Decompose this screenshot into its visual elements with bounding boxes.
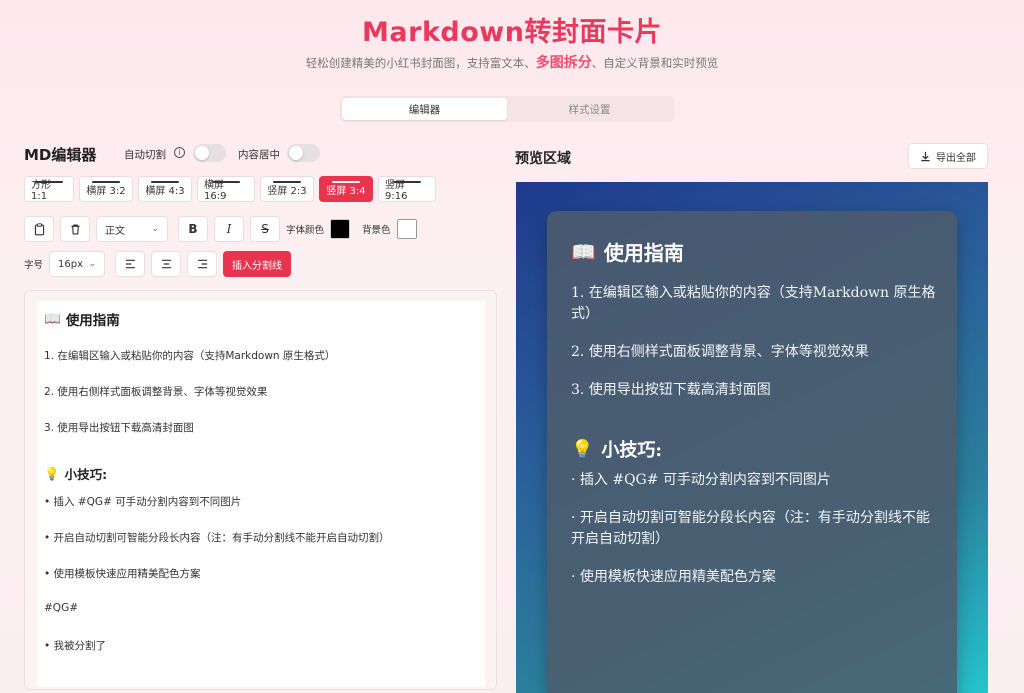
ratio-landscape-3-2[interactable]: 横屏 3:2: [79, 176, 133, 202]
card-tip-1: · 插入 #QG# 可手动分割内容到不同图片: [571, 472, 831, 488]
editor-content[interactable]: 📖 使用指南 1. 在编辑区输入或粘贴你的内容（支持Markdown 原生格式） …: [37, 301, 485, 687]
auto-split-switch[interactable]: [193, 144, 226, 162]
editor-item-2: 2. 使用右侧样式面板调整背景、字体等视觉效果: [44, 386, 268, 398]
editor-tips-heading-text: 小技巧:: [64, 467, 108, 482]
strikethrough-button[interactable]: S: [250, 216, 280, 242]
editor-item-3: 3. 使用导出按钮下载高清封面图: [44, 422, 194, 434]
editor-tip-3: • 使用模板快速应用精美配色方案: [44, 568, 201, 580]
insert-split-button[interactable]: 插入分割线: [223, 251, 292, 277]
chevron-down-icon: ⌄: [88, 259, 97, 269]
card-tips-heading-text: 小技巧:: [601, 440, 663, 461]
card-heading-text: 使用指南: [603, 241, 684, 265]
editor-title: MD编辑器: [24, 146, 97, 164]
card-heading: 📖 使用指南: [571, 237, 684, 266]
preview-card: 📖 使用指南 1. 在编辑区输入或粘贴你的内容（支持Markdown 原生格式） …: [547, 211, 957, 693]
card-item-2: 2. 使用右侧样式面板调整背景、字体等视觉效果: [571, 344, 869, 360]
align-left-button[interactable]: [115, 251, 146, 277]
paste-button[interactable]: [24, 216, 54, 242]
align-right-icon: [197, 259, 207, 269]
lightbulb-icon: 💡: [44, 465, 60, 481]
chevron-down-icon: ⌄: [151, 224, 159, 234]
ratio-square-1-1[interactable]: 方形 1:1: [24, 176, 74, 202]
card-item-1: 1. 在编辑区输入或粘贴你的内容（支持Markdown 原生格式）: [571, 285, 936, 322]
font-size-select[interactable]: 16px ⌄: [49, 251, 106, 277]
book-icon: 📖: [44, 311, 61, 327]
font-color-label: 字体颜色: [286, 225, 325, 236]
download-icon: [921, 151, 930, 161]
editor-heading: 📖 使用指南: [44, 309, 120, 329]
center-content-label: 内容居中: [238, 149, 280, 161]
trash-icon: [70, 223, 80, 235]
editor-item-1: 1. 在编辑区输入或粘贴你的内容（支持Markdown 原生格式）: [44, 350, 336, 362]
ratio-landscape-4-3[interactable]: 横屏 4:3: [138, 176, 192, 202]
size-align-toolbar: 字号 16px ⌄ 插入分割线: [24, 251, 292, 277]
export-all-label: 导出全部: [936, 152, 976, 164]
font-size-label: 字号: [24, 260, 44, 271]
preview-area: 📖 使用指南 1. 在编辑区输入或粘贴你的内容（支持Markdown 原生格式） …: [516, 182, 988, 693]
align-left-icon: [125, 259, 135, 269]
center-content-switch[interactable]: [287, 144, 320, 162]
paragraph-style-select[interactable]: 正文 ⌄: [96, 216, 168, 242]
info-icon[interactable]: i: [174, 147, 185, 158]
ratio-selector: 方形 1:1 横屏 3:2 横屏 4:3 横屏 16:9 竖屏 2:3 竖屏 3…: [24, 176, 436, 202]
bold-button[interactable]: B: [178, 216, 208, 242]
editor-tips-heading: 💡 小技巧:: [44, 464, 107, 483]
ratio-landscape-16-9[interactable]: 横屏 16:9: [197, 176, 255, 202]
editor-area: 📖 使用指南 1. 在编辑区输入或粘贴你的内容（支持Markdown 原生格式） …: [24, 290, 497, 690]
ratio-portrait-2-3[interactable]: 竖屏 2:3: [260, 176, 314, 202]
card-tip-3: · 使用模板快速应用精美配色方案: [571, 569, 776, 585]
subtitle-text-1: 轻松创建精美的小红书封面图，支持富文本、: [305, 56, 536, 70]
editor-heading-text: 使用指南: [65, 313, 120, 329]
bg-color-label: 背景色: [362, 225, 391, 236]
tab-editor[interactable]: 编辑器: [342, 98, 507, 120]
tab-style-settings[interactable]: 样式设置: [507, 98, 672, 120]
editor-tip-2: • 开启自动切割可智能分段长内容（注：有手动分割线不能开启自动切割）: [44, 532, 390, 544]
export-all-button[interactable]: 导出全部: [908, 143, 988, 169]
format-toolbar: 正文 ⌄ B I S 字体颜色 背景色: [24, 216, 417, 242]
editor-split-marker: #QG#: [44, 602, 78, 614]
italic-button[interactable]: I: [214, 216, 244, 242]
auto-split-label: 自动切割: [124, 149, 166, 161]
page-title: Markdown转封面卡片: [362, 17, 662, 48]
bg-color-swatch[interactable]: [396, 219, 417, 239]
card-item-3: 3. 使用导出按钮下载高清封面图: [571, 382, 771, 398]
ratio-portrait-9-16[interactable]: 竖屏 9:16: [378, 176, 436, 202]
mode-tabs: 编辑器 样式设置: [340, 96, 674, 122]
align-center-icon: [161, 259, 171, 269]
paragraph-style-value: 正文: [105, 225, 125, 237]
align-center-button[interactable]: [151, 251, 182, 277]
card-tip-2: · 开启自动切割可智能分段长内容（注：有手动分割线不能开启自动切割）: [571, 510, 930, 547]
font-size-value: 16px: [58, 258, 84, 270]
editor-after-split: • 我被分割了: [44, 640, 107, 652]
book-icon: 📖: [571, 239, 596, 264]
editor-tip-1: • 插入 #QG# 可手动分割内容到不同图片: [44, 496, 242, 508]
align-right-button[interactable]: [187, 251, 218, 277]
subtitle-highlight: 多图拆分: [535, 55, 592, 71]
card-tips-heading: 💡 小技巧:: [571, 436, 662, 462]
ratio-portrait-3-4[interactable]: 竖屏 3:4: [319, 176, 373, 202]
page-subtitle: 轻松创建精美的小红书封面图，支持富文本、多图拆分、自定义背景和实时预览: [0, 52, 1024, 72]
subtitle-text-2: 、自定义背景和实时预览: [591, 56, 719, 70]
preview-title: 预览区域: [515, 151, 571, 167]
clear-button[interactable]: [60, 216, 90, 242]
lightbulb-icon: 💡: [571, 438, 594, 460]
clipboard-icon: [34, 222, 44, 235]
font-color-swatch[interactable]: [330, 219, 351, 239]
